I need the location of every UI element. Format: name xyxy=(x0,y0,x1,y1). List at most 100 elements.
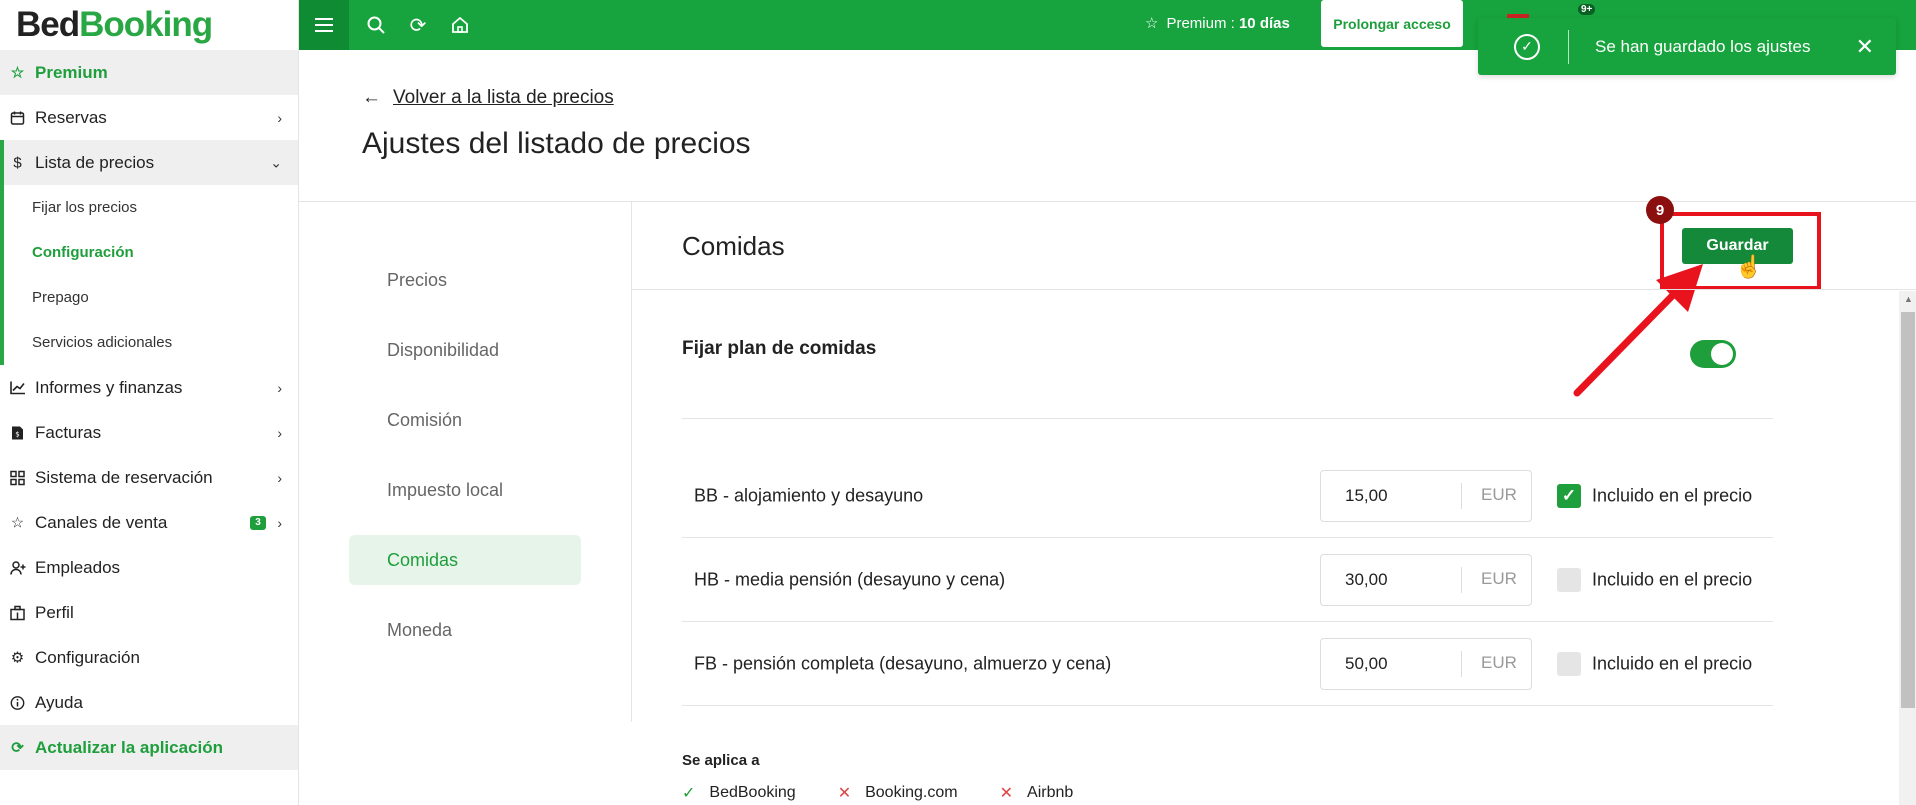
sidebar-item-canales-de-venta[interactable]: ☆ Canales de venta 3 › xyxy=(0,500,298,545)
sidebar-item-premium[interactable]: ☆ Premium xyxy=(0,50,298,95)
vertical-divider xyxy=(631,202,632,722)
sidebar-item-informes[interactable]: Informes y finanzas › xyxy=(0,365,298,410)
sidebar-item-actualizar[interactable]: ⟳ Actualizar la aplicación xyxy=(0,725,298,770)
sidebar-subitem-configuracion[interactable]: Configuración xyxy=(4,230,298,275)
gear-icon: ⚙ xyxy=(10,649,25,667)
search-icon[interactable] xyxy=(355,0,397,50)
prolong-access-button[interactable]: Prolongar acceso xyxy=(1321,0,1463,47)
price-input[interactable]: 50,00 EUR xyxy=(1320,637,1532,690)
meal-row: HB - media pensión (desayuno y cena) 30,… xyxy=(682,538,1773,622)
calendar-icon xyxy=(9,109,26,126)
step-number-badge: 9 xyxy=(1646,196,1674,224)
divider xyxy=(682,418,1773,419)
sidebar-subitem-servicios-adicionales[interactable]: Servicios adicionales xyxy=(4,320,298,365)
hand-cursor-icon: ☝ xyxy=(1735,254,1763,279)
currency-label: EUR xyxy=(1481,484,1517,504)
toast-message: Se han guardado los ajustes xyxy=(1595,36,1811,56)
notification-badge[interactable]: 9+ xyxy=(1578,4,1596,15)
currency-label: EUR xyxy=(1481,652,1517,672)
close-icon[interactable]: ✕ xyxy=(1856,34,1874,60)
sidebar-item-label: Perfil xyxy=(35,602,74,622)
sidebar-item-sistema-reservacion[interactable]: Sistema de reservación › xyxy=(0,455,298,500)
sidebar-item-perfil[interactable]: Perfil xyxy=(0,590,298,635)
sidebar-item-label: Premium xyxy=(35,62,108,82)
meal-label: FB - pensión completa (desayuno, almuerz… xyxy=(694,653,1112,673)
channel-item: ✕ Airbnb xyxy=(999,784,1074,802)
chevron-right-icon: › xyxy=(277,514,282,531)
meal-row: FB - pensión completa (desayuno, almuerz… xyxy=(682,622,1773,706)
fix-meal-plan-toggle[interactable] xyxy=(1690,340,1736,368)
arrow-left-icon: ← xyxy=(362,87,381,108)
sidebar-subitem-fijar-precios[interactable]: Fijar los precios xyxy=(4,185,298,230)
page-title: Ajustes del listado de precios xyxy=(362,127,751,160)
meal-label: BB - alojamiento y desayuno xyxy=(694,485,924,505)
chart-icon xyxy=(9,379,26,396)
sidebar-item-label: Ayuda xyxy=(35,692,83,712)
sidebar-item-configuracion[interactable]: ⚙ Configuración xyxy=(0,635,298,680)
sidebar-subitem-prepago[interactable]: Prepago xyxy=(4,275,298,320)
svg-text:$: $ xyxy=(15,430,19,438)
sidebar-item-label: Configuración xyxy=(35,647,140,667)
success-toast: ✓ Se han guardado los ajustes ✕ xyxy=(1478,18,1896,75)
sidebar-item-label: Reservas xyxy=(35,107,107,127)
sidebar-item-label: Sistema de reservación xyxy=(35,467,213,487)
included-checkbox[interactable] xyxy=(1557,651,1581,676)
settings-tab-precios[interactable]: Precios xyxy=(349,255,581,305)
sidebar-item-label: Lista de precios xyxy=(35,152,155,172)
chevron-right-icon: › xyxy=(277,424,282,441)
chevron-right-icon: › xyxy=(277,379,282,396)
divider xyxy=(632,289,1916,290)
invoice-icon: $ xyxy=(9,424,26,441)
price-input[interactable]: 15,00 EUR xyxy=(1320,469,1532,522)
channel-item: ✓ BedBooking xyxy=(682,784,796,802)
star-icon: ☆ xyxy=(1145,15,1159,32)
bedbooking-logo[interactable]: Bed Booking xyxy=(0,0,298,50)
toast-divider xyxy=(1568,29,1569,64)
scroll-up-arrow-icon[interactable]: ▲ xyxy=(1904,294,1913,304)
toggle-knob xyxy=(1711,343,1733,365)
channel-item: ✕ Booking.com xyxy=(837,784,958,802)
currency-label: EUR xyxy=(1481,568,1517,588)
included-label: Incluido en el precio xyxy=(1592,653,1753,673)
section-title: Comidas xyxy=(682,231,785,261)
premium-status[interactable]: ☆ Premium : 10 días xyxy=(1145,14,1290,33)
chevron-down-icon: ⌄ xyxy=(270,154,282,170)
user-plus-icon xyxy=(9,559,26,576)
divider xyxy=(299,201,1916,202)
chevron-right-icon: › xyxy=(277,469,282,486)
settings-menu: Precios Disponibilidad Comisión Impuesto… xyxy=(349,255,581,675)
info-icon xyxy=(9,694,26,711)
sidebar-item-facturas[interactable]: $ Facturas › xyxy=(0,410,298,455)
sidebar-subnav: Fijar los precios Configuración Prepago … xyxy=(0,185,298,365)
sidebar-item-lista-de-precios[interactable]: $ Lista de precios ⌄ xyxy=(0,140,298,185)
settings-tab-disponibilidad[interactable]: Disponibilidad xyxy=(349,325,581,375)
sidebar-item-ayuda[interactable]: Ayuda xyxy=(0,680,298,725)
fix-meal-plan-label: Fijar plan de comidas xyxy=(682,338,877,359)
chevron-right-icon: › xyxy=(277,109,282,126)
building-icon xyxy=(9,604,26,621)
settings-tab-comision[interactable]: Comisión xyxy=(349,395,581,445)
included-label: Incluido en el precio xyxy=(1592,485,1753,505)
scrollbar-thumb[interactable] xyxy=(1901,312,1915,708)
sidebar: Bed Booking ☆ Premium Reservas › $ Lista … xyxy=(0,0,299,805)
home-icon[interactable] xyxy=(439,0,481,50)
dollar-icon: $ xyxy=(13,154,22,171)
settings-tab-moneda[interactable]: Moneda xyxy=(349,605,581,655)
count-badge: 3 xyxy=(250,515,266,530)
check-circle-icon: ✓ xyxy=(1514,33,1540,60)
sidebar-item-reservas[interactable]: Reservas › xyxy=(0,95,298,140)
sidebar-item-empleados[interactable]: Empleados xyxy=(0,545,298,590)
settings-tab-impuesto-local[interactable]: Impuesto local xyxy=(349,465,581,515)
included-checkbox[interactable]: ✓ xyxy=(1557,483,1581,508)
settings-tab-comidas[interactable]: Comidas xyxy=(349,535,581,585)
meal-label: HB - media pensión (desayuno y cena) xyxy=(694,569,1006,589)
sidebar-item-label: Actualizar la aplicación xyxy=(35,737,224,757)
included-checkbox[interactable] xyxy=(1557,567,1581,592)
price-input[interactable]: 30,00 EUR xyxy=(1320,553,1532,606)
back-link[interactable]: ← Volver a la lista de precios xyxy=(362,87,614,109)
sidebar-item-label: Empleados xyxy=(35,557,121,577)
menu-icon[interactable] xyxy=(299,0,349,50)
check-icon: ✓ xyxy=(682,785,696,802)
refresh-icon[interactable]: ⟳ xyxy=(397,0,439,50)
applies-to-label: Se aplica a xyxy=(682,752,760,769)
